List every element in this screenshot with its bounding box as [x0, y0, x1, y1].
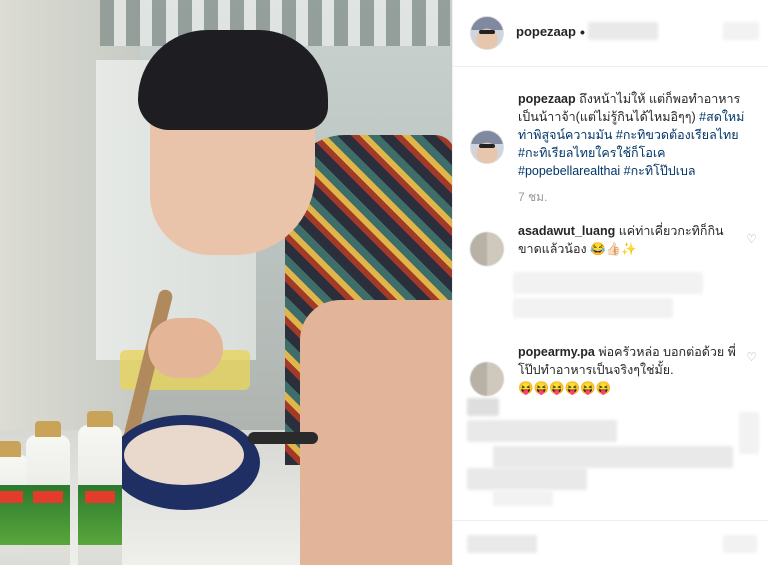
- blurred-save: [723, 535, 757, 553]
- comment-emojis: 😝😝😝😝😝😝: [518, 381, 612, 395]
- blurred-avatar: [467, 398, 499, 416]
- blurred-comment: [493, 446, 733, 468]
- caption-username[interactable]: popezaap: [518, 92, 576, 106]
- profile-avatar[interactable]: [470, 16, 504, 50]
- post-caption: popezaap ถึงหน้าไม่ให้ แต่ก็พอทำอาหารเป็…: [518, 90, 758, 180]
- blurred-comment: [467, 468, 587, 490]
- blurred-icon: [739, 412, 759, 454]
- comment-avatar[interactable]: [470, 362, 504, 396]
- blurred-options: [723, 22, 759, 40]
- comment-item: asadawut_luang แค่ท่าเคี่ยวกะทิก็กินขาดแ…: [518, 222, 738, 258]
- blurred-follow: [588, 22, 658, 40]
- blurred-comment: [467, 420, 617, 442]
- photo-hand: [148, 318, 223, 378]
- comment-username[interactable]: popearmy.pa: [518, 345, 595, 359]
- photo-pan-contents: [124, 425, 244, 485]
- photo-pan-handle: [248, 432, 318, 444]
- photo-hair: [138, 30, 328, 130]
- header-separator: •: [580, 24, 585, 40]
- blurred-comment: [513, 298, 673, 318]
- photo-arm: [300, 300, 452, 565]
- heart-icon[interactable]: ♡: [746, 232, 757, 246]
- post-header: popezaap •: [453, 0, 768, 67]
- blurred-comment: [493, 490, 553, 506]
- blurred-actions: [467, 535, 537, 553]
- header-username[interactable]: popezaap: [516, 24, 576, 39]
- blurred-comment: [513, 272, 703, 294]
- post-panel: popezaap • popezaap ถึงหน้าไม่ให้ แต่ก็พ…: [452, 0, 768, 565]
- heart-icon[interactable]: ♡: [746, 350, 757, 364]
- photo-bottle: [78, 411, 122, 565]
- caption-avatar[interactable]: [470, 130, 504, 164]
- post-photo[interactable]: [0, 0, 452, 565]
- comment-avatar[interactable]: [470, 232, 504, 266]
- photo-bottle: [26, 421, 70, 565]
- comment-item: popearmy.pa พ่อครัวหล่อ บอกต่อด้วย พี่โป…: [518, 343, 738, 397]
- post-time[interactable]: 7 ชม.: [518, 188, 547, 207]
- post-footer: [453, 520, 768, 566]
- comment-username[interactable]: asadawut_luang: [518, 224, 615, 238]
